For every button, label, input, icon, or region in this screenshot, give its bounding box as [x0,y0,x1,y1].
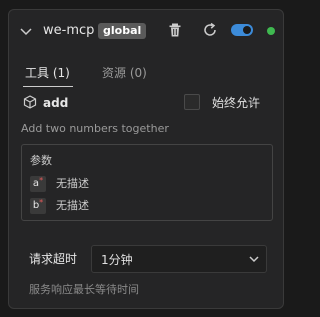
param-name-tag: a* [30,176,46,192]
tool-name: add [43,96,69,110]
params-box: 参数 a* 无描述 b* 无描述 [21,144,273,221]
status-dot [267,27,275,35]
always-allow-label[interactable]: 始终允许 [212,95,260,111]
chevron-down-icon[interactable] [19,24,33,38]
required-marker: * [39,198,44,207]
timeout-label: 请求超时 [29,252,78,266]
always-allow-checkbox[interactable] [184,94,200,110]
active-tab-indicator [23,86,73,87]
timeout-select-value: 1分钟 [101,253,133,267]
toggle-knob [243,26,251,34]
tab-tools[interactable]: 工具 (1) [25,65,70,81]
required-marker: * [39,176,44,185]
param-name-tag: b* [30,198,46,214]
cube-icon [23,95,37,109]
param-description: 无描述 [56,199,89,212]
server-name: we-mcp [43,23,95,38]
timeout-hint: 服务响应最长等待时间 [29,283,139,296]
params-title: 参数 [30,154,52,167]
enable-toggle[interactable] [231,24,253,36]
scope-badge: global [98,23,147,39]
refresh-icon[interactable] [202,22,218,38]
trash-icon[interactable] [167,22,183,38]
server-header[interactable]: we-mcp global [9,10,283,52]
tool-description: Add two numbers together [21,122,169,135]
chevron-down-icon [249,256,259,263]
param-description: 无描述 [56,177,89,190]
timeout-select[interactable]: 1分钟 [91,245,267,273]
tab-resources[interactable]: 资源 (0) [102,65,147,81]
mcp-server-card: we-mcp global 工具 (1) 资源 (0) add 始终允许 Add… [8,9,284,309]
